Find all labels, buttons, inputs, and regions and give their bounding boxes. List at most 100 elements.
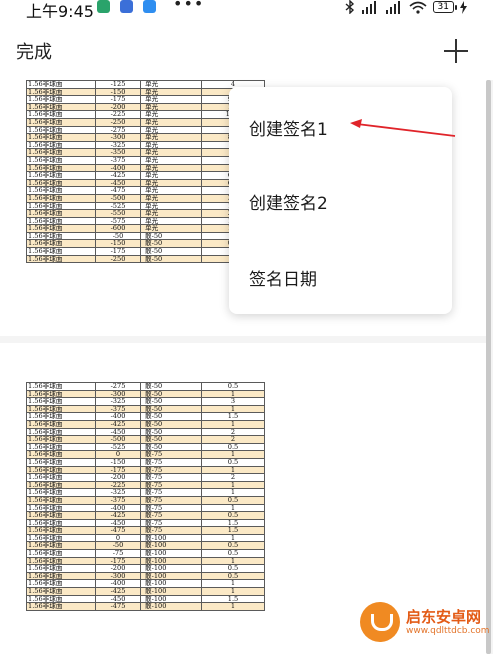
table-row: 1.56非球面 0 散-100 1 [26,533,265,543]
table-cell: -275 [95,382,141,391]
table-cell: 1.56非球面 [26,427,96,437]
table-row: 1.56非球面 -300 散-100 0.5 [26,571,265,581]
done-button[interactable]: 完成 [16,38,52,64]
table-cell: -300 [95,389,141,399]
table-cell: 1.56非球面 [26,163,96,173]
table-row: 1.56非球面 -400 散-100 1 [26,579,265,589]
table-cell: -525 [95,201,141,211]
table-cell: 0.5 [201,442,265,452]
table-cell: 0.5 [201,564,265,573]
table-cell: -425 [95,511,141,520]
table-cell: 1.56非球面 [26,541,96,551]
table-cell: 散-50 [140,419,202,429]
signature-menu: 创建签名1 创建签名2 签名日期 [229,87,452,314]
table-cell: -375 [95,404,141,414]
table-cell: -350 [95,148,141,157]
table-cell: -300 [95,571,141,581]
table-cell: -475 [95,526,141,535]
table-cell: 散-50 [140,404,202,414]
table-cell: 1.56非球面 [26,465,96,475]
table-cell: -600 [95,224,141,233]
table-row: 1.56非球面 -300 散-50 1 [26,389,265,399]
table-row: 1.56非球面 -325 散-50 3 [26,397,265,406]
table-cell: 单光 [140,110,202,119]
table-cell: 散-75 [140,450,202,459]
table-cell: 散-100 [140,549,202,558]
table-cell: 1.56非球面 [26,216,96,226]
table-cell: -75 [95,549,141,558]
table-cell: 0 [95,450,141,459]
table-cell: -425 [95,171,141,180]
table-cell: 散-100 [140,602,202,611]
bluetooth-icon [345,0,354,14]
table-cell: -150 [95,457,141,467]
table-cell: -425 [95,419,141,429]
table-cell: 散-50 [140,435,202,444]
table-cell: 1.56非球面 [26,95,96,104]
table-cell: 1.56非球面 [26,526,96,535]
table-cell: 单光 [140,193,202,203]
table-cell: 1.56非球面 [26,148,96,157]
table-cell: 1.56非球面 [26,224,96,233]
table-cell: -150 [95,87,141,97]
signal-icon [361,0,376,14]
table-cell: 1.56非球面 [26,102,96,112]
table-cell: -500 [95,193,141,203]
table-cell: 1.56非球面 [26,117,96,127]
battery-icon: 31 [432,1,458,13]
table-row: 1.56非球面 -225 散-75 1 [26,480,265,490]
table-cell: -400 [95,503,141,513]
add-icon[interactable] [442,37,470,65]
menu-item-create-signature-2[interactable]: 创建签名2 [249,189,328,214]
table-row: 1.56非球面 -400 散-75 1 [26,503,265,513]
table-cell: 1.56非球面 [26,457,96,467]
table-cell: 散-75 [140,526,202,535]
table-cell: -225 [95,110,141,119]
table-cell: -250 [95,117,141,127]
table-cell: 单光 [140,201,202,211]
table-cell: 散-100 [140,594,202,604]
table-cell: 散-100 [140,541,202,551]
table-cell: 散-75 [140,465,202,475]
table-cell: -200 [95,473,141,482]
table-cell: 1 [201,465,265,475]
table-cell: 0.5 [201,571,265,581]
table-cell: -375 [95,495,141,505]
table-cell: 1 [201,488,265,497]
table-cell: -475 [95,186,141,195]
table-cell: 单光 [140,186,202,195]
table-cell: 1.56非球面 [26,193,96,203]
table-cell: 单光 [140,209,202,218]
watermark-name: 启东安卓网 [406,607,482,626]
table-cell: 单光 [140,133,202,142]
table-cell: 1.56非球面 [26,419,96,429]
menu-item-create-signature-1[interactable]: 创建签名1 [249,115,328,140]
table-cell: 1 [201,587,265,596]
table-cell: 散-50 [140,389,202,399]
table-row: 1.56非球面 -425 散-100 1 [26,587,265,596]
table-cell: 单光 [140,117,202,127]
table-cell: 单光 [140,178,202,188]
table-cell: 散-50 [140,397,202,406]
menu-item-signature-date[interactable]: 签名日期 [249,265,317,290]
table-cell: 1.56非球面 [26,480,96,490]
table-cell: 1 [201,556,265,566]
table-cell: 1.56非球面 [26,140,96,150]
table-row: 1.56非球面 -275 散-50 0.5 [26,382,265,391]
mountain-app-icon [120,0,133,13]
table-cell: 散-75 [140,503,202,513]
table-cell: 0.5 [201,549,265,558]
table-cell: 0.5 [201,382,265,391]
table-cell: 1.56非球面 [26,587,96,596]
table-cell: 1.56非球面 [26,473,96,482]
table-cell: 1.56非球面 [26,239,96,249]
scrollbar[interactable] [486,80,491,654]
table-cell: 1 [201,503,265,513]
table-cell: 1 [201,579,265,589]
table-cell: 1.56非球面 [26,209,96,218]
table-cell: 1.56非球面 [26,389,96,399]
table-row: 1.56非球面 -325 散-75 1 [26,488,265,497]
table-cell: -400 [95,579,141,589]
wifi-icon [409,1,427,14]
table-cell: 散-50 [140,254,202,264]
